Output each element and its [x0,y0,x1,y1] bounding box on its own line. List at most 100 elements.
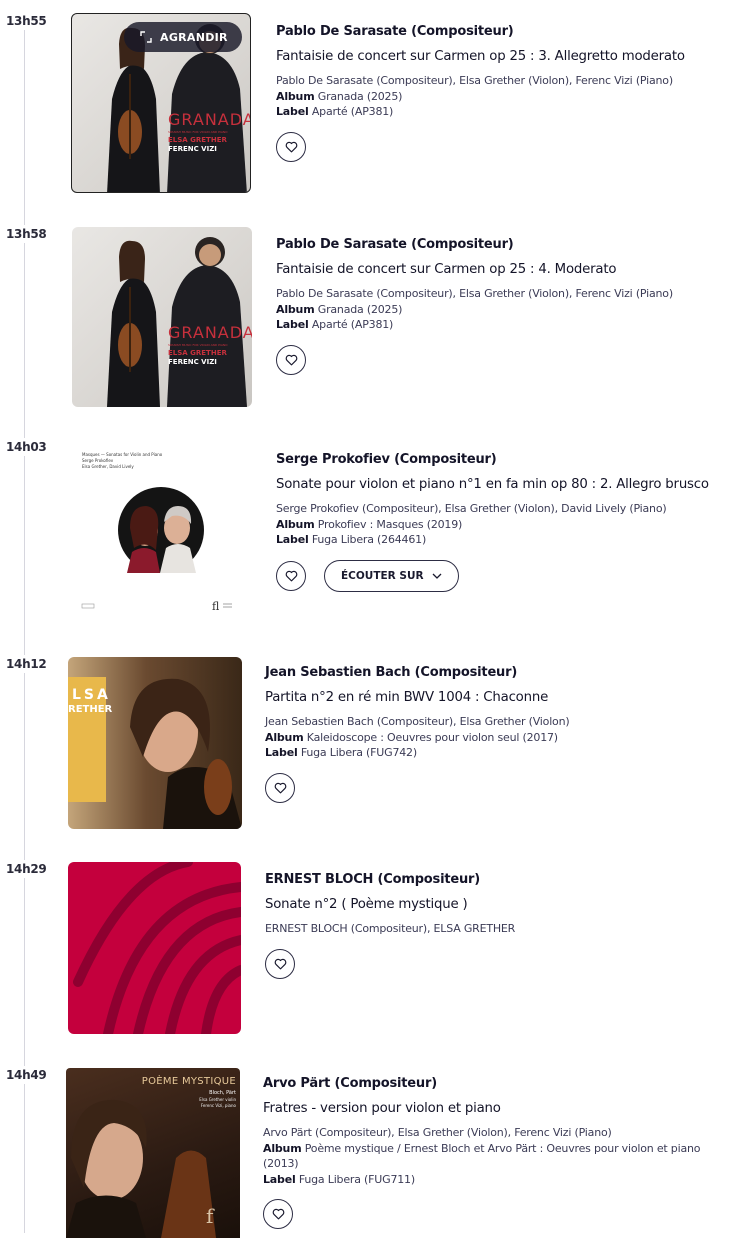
favorite-button[interactable] [265,772,295,803]
performers: ERNEST BLOCH (Compositeur), ELSA GRETHER [265,922,516,935]
entry-time: 14h03 [6,438,47,456]
label-name: Aparté (AP381) [311,318,394,331]
performers: Jean Sebastien Bach (Compositeur), Elsa … [265,715,570,728]
track-info: ERNEST BLOCH (Compositeur) Sonate n°2 ( … [265,872,745,979]
favorite-button[interactable] [276,344,306,375]
favorite-button[interactable] [263,1199,293,1229]
cover-artwork [107,237,247,407]
heart-outline-icon [274,782,286,793]
heart-outline-icon [285,141,297,152]
cover-text: Elsa Grether violin [199,1097,236,1102]
cover-subtitle: SPANISH MUSIC FOR VIOLIN AND PIANO [168,130,228,134]
heart-outline-icon [285,354,297,365]
listen-on-button[interactable]: ÉCOUTER SUR [324,559,459,592]
enlarge-button[interactable]: AGRANDIR [124,22,242,52]
expand-icon [140,31,152,43]
track-info: Pablo De Sarasate (Compositeur) Fantaisi… [276,24,746,162]
track-actions [263,1199,745,1229]
album-name: Prokofiev : Masques (2019) [317,517,463,531]
album-line: Album Poème mystique / Ernest Bloch et A… [263,1141,701,1171]
cover-title: GRANADA [168,110,251,129]
track-meta: ERNEST BLOCH (Compositeur), ELSA GRETHER [265,921,745,937]
track-info: Jean Sebastien Bach (Compositeur) Partit… [265,665,745,803]
track-info: Arvo Pärt (Compositeur) Fratres - versio… [263,1076,745,1229]
album-name: Granada (2025) [317,302,403,316]
playlist-entry: 14h12 LSA RETHER Jean Sebastien Bach (Co… [0,655,749,845]
composer-name[interactable]: Serge Prokofiev (Compositeur) [276,452,746,467]
playlist-entry: 13h58 GRANADA SPANISH MUSIC FOR VIOLIN A… [0,225,749,415]
label-line: Label Fuga Libera (FUG742) [265,746,417,759]
cover-title: POÈME MYSTIQUE [141,1076,236,1087]
album-line: Album Granada (2025) [276,89,403,103]
track-info: Pablo De Sarasate (Compositeur) Fantaisi… [276,237,746,375]
cover-artist-name: RETHER [68,704,113,715]
entry-time: 13h55 [6,12,47,30]
track-actions: ÉCOUTER SUR [276,559,746,592]
track-meta: Jean Sebastien Bach (Compositeur), Elsa … [265,714,745,761]
cover-artist: FERENC VIZI [168,358,217,366]
label-name: Fuga Libera (264461) [311,533,427,546]
chevron-down-icon [432,573,442,579]
album-line: Album Prokofiev : Masques (2019) [276,517,463,531]
work-title: Fratres - version pour violon et piano [263,1101,501,1116]
album-cover[interactable]: Masques — Sonatas for Violin and Piano S… [72,440,252,620]
entry-time: 14h49 [6,1066,47,1084]
label-name: Fuga Libera (FUG711) [298,1172,415,1186]
playlist-entry: 14h29 ERNEST BLOCH (Compositeur) Sonate … [0,860,749,1050]
entry-time: 14h29 [6,860,47,878]
cover-artist: ELSA GRETHER [168,136,227,144]
favorite-button[interactable] [265,948,295,979]
album-cover[interactable]: GRANADA SPANISH MUSIC FOR VIOLIN AND PIA… [71,13,251,193]
cover-title: GRANADA [168,323,252,342]
cover-artist: ELSA GRETHER [168,349,227,357]
composer-name[interactable]: Jean Sebastien Bach (Compositeur) [265,665,745,680]
favorite-button[interactable] [276,131,306,162]
track-actions [265,948,745,979]
work-title: Sonate pour violon et piano n°1 en fa mi… [276,477,709,492]
favorite-button[interactable] [276,560,306,591]
label-line: Label Fuga Libera (FUG711) [263,1172,415,1186]
work-title: Partita n°2 en ré min BWV 1004 : Chaconn… [265,690,549,705]
track-actions [265,772,745,803]
album-cover[interactable]: GRANADA SPANISH MUSIC FOR VIOLIN AND PIA… [72,227,252,407]
label-name: Aparté (AP381) [311,105,394,118]
cover-artwork [73,862,241,1034]
heart-outline-icon [285,570,297,581]
label-name: Fuga Libera (FUG742) [300,746,417,759]
album-name: Poème mystique / Ernest Bloch et Arvo Pä… [263,1141,701,1171]
album-cover[interactable]: f POÈME MYSTIQUE Bloch, Pärt Elsa Grethe… [66,1068,240,1238]
work-title: Fantaisie de concert sur Carmen op 25 : … [276,262,617,277]
composer-name[interactable]: ERNEST BLOCH (Compositeur) [265,872,745,887]
playlist-entry: 13h55 GRANADA SPANISH MUSIC FOR VIOLIN A… [0,12,749,202]
cover-subtitle: SPANISH MUSIC FOR VIOLIN AND PIANO [168,343,228,347]
track-actions [276,344,746,375]
performers: Arvo Pärt (Compositeur), Elsa Grether (V… [263,1126,612,1139]
cover-text: Ferenc Vizi, piano [200,1103,236,1108]
composer-name[interactable]: Pablo De Sarasate (Compositeur) [276,237,746,252]
album-name: Kaleidoscope : Oeuvres pour violon seul … [306,730,558,744]
track-meta: Pablo De Sarasate (Compositeur), Elsa Gr… [276,286,746,333]
heart-outline-icon [274,958,286,969]
track-meta: Pablo De Sarasate (Compositeur), Elsa Gr… [276,73,746,120]
album-name: Granada (2025) [317,89,403,103]
listen-on-label: ÉCOUTER SUR [341,569,424,582]
track-meta: Serge Prokofiev (Compositeur), Elsa Gret… [276,501,746,548]
label-line: Label Aparté (AP381) [276,318,394,331]
cover-artist: FERENC VIZI [168,145,217,153]
track-actions [276,131,746,162]
entry-time: 13h58 [6,225,47,243]
heart-outline-icon [272,1208,284,1220]
performers: Pablo De Sarasate (Compositeur), Elsa Gr… [276,287,673,300]
composer-name[interactable]: Arvo Pärt (Compositeur) [263,1076,745,1091]
work-title: Sonate n°2 ( Poème mystique ) [265,897,468,912]
cover-artist-name: LSA [72,687,111,703]
album-line: Album Kaleidoscope : Oeuvres pour violon… [265,730,558,744]
label-line: Label Fuga Libera (264461) [276,533,427,546]
playlist-entry: 14h49 f POÈME MYSTIQUE Bloch, Pärt Elsa … [0,1066,749,1238]
album-cover[interactable] [68,862,241,1034]
work-title: Fantaisie de concert sur Carmen op 25 : … [276,49,685,64]
composer-name[interactable]: Pablo De Sarasate (Compositeur) [276,24,746,39]
album-line: Album Granada (2025) [276,302,403,316]
album-cover[interactable]: LSA RETHER [68,657,242,829]
label-line: Label Aparté (AP381) [276,105,394,118]
